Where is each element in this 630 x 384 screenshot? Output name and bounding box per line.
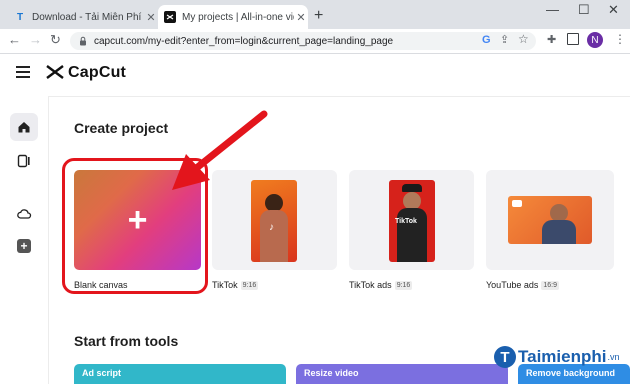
card-label-text: TikTok ads bbox=[349, 280, 392, 290]
close-window-icon[interactable]: ✕ bbox=[608, 2, 619, 18]
add-icon: + bbox=[17, 239, 31, 253]
card-label-tiktok: TikTok 9:16 bbox=[212, 280, 259, 290]
close-tab-icon[interactable]: ✕ bbox=[144, 11, 158, 24]
new-tab-icon[interactable]: + bbox=[314, 7, 323, 25]
card-label-text: YouTube ads bbox=[486, 280, 539, 290]
create-project-heading: Create project bbox=[74, 120, 169, 136]
address-bar[interactable]: capcut.com/my-edit?enter_from=login&curr… bbox=[70, 32, 536, 50]
reload-icon[interactable]: ↻ bbox=[50, 32, 61, 48]
sidepanel-icon[interactable] bbox=[567, 33, 579, 45]
annotation-arrow-icon bbox=[172, 110, 268, 190]
url-text: capcut.com/my-edit?enter_from=login&curr… bbox=[94, 35, 394, 47]
youtube-ads-card[interactable] bbox=[486, 170, 614, 270]
capcut-logo-icon[interactable] bbox=[44, 64, 66, 80]
tab-title: My projects | All-in-one video ed bbox=[182, 11, 294, 23]
cloud-icon bbox=[17, 209, 32, 219]
extensions-icon[interactable]: ✚ bbox=[547, 33, 556, 46]
close-tab-icon[interactable]: ✕ bbox=[294, 11, 308, 24]
google-icon[interactable]: G bbox=[482, 34, 491, 46]
youtube-ads-thumbnail bbox=[508, 196, 592, 244]
profile-avatar[interactable]: N bbox=[587, 32, 603, 48]
forward-icon[interactable]: → bbox=[29, 32, 42, 47]
watermark-text: Taimienphi bbox=[518, 347, 607, 366]
watermark-suffix: .vn bbox=[607, 352, 620, 362]
browser-menu-icon[interactable]: ⋮ bbox=[614, 32, 626, 46]
home-icon bbox=[18, 122, 30, 133]
sidebar-item-home[interactable] bbox=[10, 113, 38, 141]
ratio-badge: 9:16 bbox=[240, 280, 259, 290]
tool-card-resize-video[interactable]: Resize video bbox=[296, 364, 508, 384]
card-label-youtube-ads: YouTube ads 16:9 bbox=[486, 280, 560, 290]
sidebar-item-add[interactable]: + bbox=[10, 232, 38, 260]
video-icon bbox=[17, 154, 30, 168]
lock-icon bbox=[80, 36, 86, 46]
share-icon[interactable]: ⇪ bbox=[500, 33, 509, 46]
tool-label: Ad script bbox=[82, 368, 122, 378]
browser-tab-my-projects[interactable]: My projects | All-in-one video ed ✕ bbox=[158, 5, 308, 29]
capcut-favicon-icon bbox=[164, 11, 176, 23]
tool-card-ad-script[interactable]: Ad script bbox=[74, 364, 286, 384]
start-from-tools-heading: Start from tools bbox=[74, 333, 179, 349]
back-icon[interactable]: ← bbox=[8, 32, 21, 47]
bookmark-star-icon[interactable]: ☆ bbox=[518, 32, 529, 46]
tiktok-ads-thumbnail: TikTok bbox=[389, 180, 435, 262]
minimize-icon[interactable]: — bbox=[546, 2, 559, 17]
browser-tab-download[interactable]: T Download - Tải Miễn Phí VN - Ph ✕ bbox=[8, 5, 158, 29]
watermark-logo-icon: T bbox=[494, 346, 516, 368]
card-label-text: TikTok bbox=[212, 280, 238, 290]
ratio-badge: 9:16 bbox=[394, 280, 413, 290]
tiktok-ads-card[interactable]: TikTok bbox=[349, 170, 474, 270]
taimienphi-watermark: T Taimienphi .vn bbox=[494, 346, 620, 368]
maximize-icon[interactable]: ☐ bbox=[578, 2, 590, 18]
tool-label: Resize video bbox=[304, 368, 359, 378]
card-label-tiktok-ads: TikTok ads 9:16 bbox=[349, 280, 413, 290]
tab-title: Download - Tải Miễn Phí VN - Ph bbox=[32, 11, 144, 23]
ratio-badge: 16:9 bbox=[541, 280, 560, 290]
sidebar-item-video[interactable] bbox=[10, 147, 38, 175]
brand-name[interactable]: CapCut bbox=[68, 64, 126, 82]
hamburger-menu-icon[interactable] bbox=[16, 66, 30, 78]
taimienphi-favicon-icon: T bbox=[16, 11, 24, 23]
sidebar-item-cloud[interactable] bbox=[10, 200, 38, 228]
